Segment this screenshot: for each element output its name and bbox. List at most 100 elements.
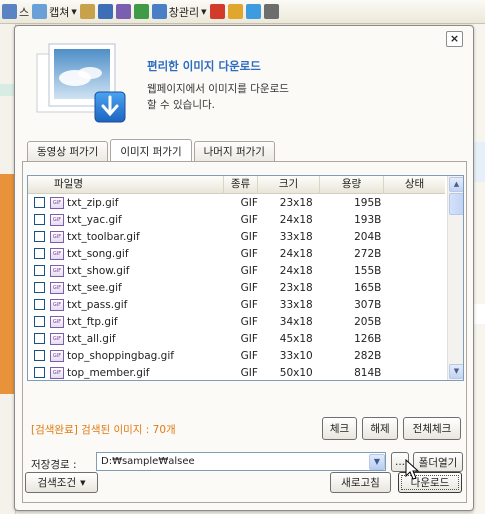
- list-item[interactable]: GIF top_shoppingbag.gif GIF 33x10 282B: [28, 347, 445, 364]
- save-path-input[interactable]: [96, 452, 386, 471]
- file-bytes: 165B: [354, 281, 382, 294]
- scroll-thumb[interactable]: [449, 193, 463, 215]
- row-checkbox[interactable]: [34, 214, 45, 225]
- arrow-down-circle-icon: [263, 4, 279, 19]
- check-button[interactable]: 체크: [322, 417, 357, 440]
- gif-file-icon: GIF: [50, 230, 64, 243]
- file-type: GIF: [240, 366, 258, 379]
- column-header-type[interactable]: 종류: [224, 176, 258, 194]
- toolbar-item[interactable]: 창관리 ▼: [151, 4, 207, 20]
- file-bytes: 272B: [354, 247, 382, 260]
- check-all-button[interactable]: 전체체크: [403, 417, 461, 440]
- row-checkbox[interactable]: [34, 248, 45, 259]
- close-button[interactable]: ×: [446, 31, 463, 47]
- tab-bar: 동영상 퍼가기 이미지 퍼가기 나머지 퍼가기: [27, 139, 277, 162]
- search-condition-label: 검색조건: [37, 477, 77, 489]
- file-bytes: 814B: [354, 366, 382, 379]
- description-line: 할 수 있습니다.: [147, 99, 215, 111]
- file-type: GIF: [240, 230, 258, 243]
- list-item[interactable]: GIF txt_show.gif GIF 24x18 155B: [28, 262, 445, 279]
- file-name: txt_pass.gif: [67, 298, 128, 311]
- row-checkbox[interactable]: [34, 265, 45, 276]
- toolbar-item[interactable]: [97, 4, 113, 19]
- column-header-size[interactable]: 크기: [258, 176, 320, 194]
- document-icon: [115, 4, 131, 19]
- toolbar-item[interactable]: [133, 4, 149, 19]
- file-type: GIF: [240, 213, 258, 226]
- tab-image[interactable]: 이미지 퍼가기: [110, 139, 192, 162]
- background-strip: [474, 304, 485, 324]
- mouse-cursor-icon: [405, 459, 420, 480]
- tab-video[interactable]: 동영상 퍼가기: [27, 141, 109, 161]
- browser-toolbar: 스 캡쳐 ▼ 창관리 ▼: [0, 0, 485, 24]
- toolbar-item[interactable]: [115, 4, 131, 19]
- row-checkbox[interactable]: [34, 367, 45, 378]
- row-checkbox[interactable]: [34, 197, 45, 208]
- toolbar-item[interactable]: [227, 4, 243, 19]
- tab-other[interactable]: 나머지 퍼가기: [193, 141, 275, 161]
- chevron-down-icon[interactable]: ▼: [369, 454, 385, 470]
- scroll-down-button[interactable]: ▼: [449, 364, 463, 379]
- list-item[interactable]: GIF txt_see.gif GIF 23x18 165B: [28, 279, 445, 296]
- column-header-bytes[interactable]: 용량: [320, 176, 384, 194]
- file-name: txt_song.gif: [67, 247, 129, 260]
- unknown-icon: [2, 4, 17, 19]
- search-condition-button[interactable]: 검색조건 ▼: [25, 472, 98, 493]
- row-checkbox[interactable]: [34, 333, 45, 344]
- twitter-icon: [245, 4, 261, 19]
- file-type: GIF: [240, 349, 258, 362]
- file-bytes: 204B: [354, 230, 382, 243]
- file-name: txt_see.gif: [67, 281, 122, 294]
- row-checkbox[interactable]: [34, 316, 45, 327]
- toolbar-item[interactable]: 캡쳐 ▼: [32, 4, 77, 20]
- row-checkbox[interactable]: [34, 350, 45, 361]
- file-bytes: 205B: [354, 315, 382, 328]
- row-checkbox[interactable]: [34, 299, 45, 310]
- list-header: 파일명 종류 크기 용량 상태: [28, 176, 445, 194]
- list-item[interactable]: GIF top_member.gif GIF 50x10 814B: [28, 364, 445, 380]
- toolbar-item[interactable]: [245, 4, 261, 19]
- toolbar-item[interactable]: [79, 4, 95, 19]
- file-type: GIF: [240, 332, 258, 345]
- list-item[interactable]: GIF txt_ftp.gif GIF 34x18 205B: [28, 313, 445, 330]
- toolbar-item-label: 창관리: [168, 5, 200, 19]
- toolbar-item[interactable]: [263, 4, 279, 19]
- vertical-scrollbar[interactable]: ▲ ▼: [447, 176, 463, 380]
- file-name: txt_yac.gif: [67, 213, 122, 226]
- row-checkbox[interactable]: [34, 231, 45, 242]
- gif-file-icon: GIF: [50, 196, 64, 209]
- file-name: top_shoppingbag.gif: [67, 349, 174, 362]
- gif-file-icon: GIF: [50, 332, 64, 345]
- list-item[interactable]: GIF txt_song.gif GIF 24x18 272B: [28, 245, 445, 262]
- file-name: txt_ftp.gif: [67, 315, 118, 328]
- column-header-name[interactable]: 파일명: [28, 176, 224, 194]
- gif-file-icon: GIF: [50, 349, 64, 362]
- file-dimensions: 23x18: [279, 281, 313, 294]
- refresh-button[interactable]: 새로고침: [330, 472, 391, 493]
- file-name: txt_show.gif: [67, 264, 130, 277]
- gif-file-icon: GIF: [50, 315, 64, 328]
- list-item[interactable]: GIF txt_pass.gif GIF 33x18 307B: [28, 296, 445, 313]
- scroll-up-button[interactable]: ▲: [449, 177, 463, 192]
- file-type: GIF: [240, 264, 258, 277]
- list-item[interactable]: GIF txt_zip.gif GIF 23x18 195B: [28, 194, 445, 211]
- toolbar-item[interactable]: [209, 4, 225, 19]
- list-item[interactable]: GIF txt_yac.gif GIF 24x18 193B: [28, 211, 445, 228]
- toolbar-item[interactable]: 스: [2, 4, 29, 20]
- gif-file-icon: GIF: [50, 264, 64, 277]
- broom-icon: [79, 4, 95, 19]
- file-dimensions: 33x10: [279, 349, 313, 362]
- column-header-state[interactable]: 상태: [384, 176, 445, 194]
- dialog-description: 웹페이지에서 이미지를 다운로드 할 수 있습니다.: [147, 81, 347, 113]
- row-checkbox[interactable]: [34, 282, 45, 293]
- list-item[interactable]: GIF txt_all.gif GIF 45x18 126B: [28, 330, 445, 347]
- search-result-text: [검색완료] 검색된 이미지 : 70개: [31, 424, 176, 436]
- file-dimensions: 24x18: [279, 264, 313, 277]
- uncheck-button[interactable]: 해제: [362, 417, 398, 440]
- gif-file-icon: GIF: [50, 213, 64, 226]
- file-bytes: 195B: [354, 196, 382, 209]
- list-item[interactable]: GIF txt_toolbar.gif GIF 33x18 204B: [28, 228, 445, 245]
- file-name: txt_zip.gif: [67, 196, 119, 209]
- toolbar-item-label: 스: [19, 5, 30, 19]
- background-page-right: [474, 24, 485, 514]
